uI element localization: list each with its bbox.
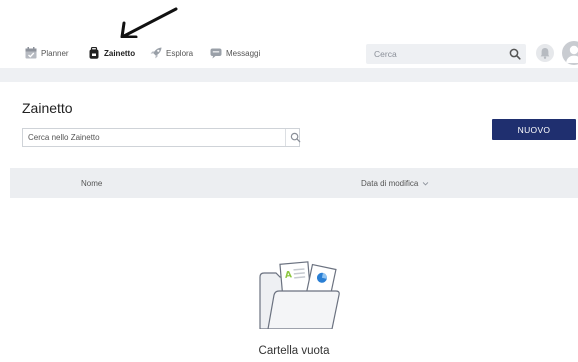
search-icon[interactable] xyxy=(509,48,521,60)
planner-icon xyxy=(25,47,37,59)
column-header-label: Data di modifica xyxy=(361,179,419,188)
chat-icon xyxy=(210,48,222,59)
nav-item-planner[interactable]: Planner xyxy=(25,45,69,61)
nav-item-messaggi[interactable]: Messaggi xyxy=(210,45,260,61)
page-background-strip xyxy=(0,68,578,82)
nav-item-esplora[interactable]: Esplora xyxy=(150,45,193,61)
notification-bell[interactable] xyxy=(536,44,554,62)
main-panel: Zainetto NUOVO Nome Data di modifica A xyxy=(10,82,578,362)
global-search xyxy=(366,44,526,64)
top-navigation: Planner Zainetto Esplora Messaggi xyxy=(0,38,578,68)
column-header-modified-date[interactable]: Data di modifica xyxy=(361,179,429,188)
bell-icon xyxy=(540,48,550,59)
rocket-icon xyxy=(150,47,162,59)
avatar[interactable] xyxy=(562,41,578,65)
nav-item-label: Planner xyxy=(41,48,69,58)
empty-folder-icon: A xyxy=(259,261,340,329)
search-icon[interactable] xyxy=(290,132,301,143)
backpack-icon xyxy=(89,47,99,59)
chevron-down-icon xyxy=(423,182,429,186)
svg-text:A: A xyxy=(285,270,293,281)
search-divider xyxy=(285,129,286,146)
nav-item-zainetto[interactable]: Zainetto xyxy=(88,45,135,61)
new-button[interactable]: NUOVO xyxy=(492,119,576,140)
page-title: Zainetto xyxy=(22,100,73,116)
nav-item-label: Esplora xyxy=(166,48,194,58)
table-header: Nome Data di modifica xyxy=(10,168,578,198)
annotation-arrow-icon xyxy=(120,7,178,39)
user-avatar-icon xyxy=(566,45,578,63)
nav-item-label: Messaggi xyxy=(226,48,261,58)
folder-search-input[interactable] xyxy=(23,129,275,146)
global-search-input[interactable] xyxy=(366,44,504,64)
column-header-name[interactable]: Nome xyxy=(81,179,102,188)
empty-state-text: Cartella vuota xyxy=(258,345,330,357)
nav-item-label: Zainetto xyxy=(104,48,136,58)
folder-search xyxy=(22,128,301,147)
